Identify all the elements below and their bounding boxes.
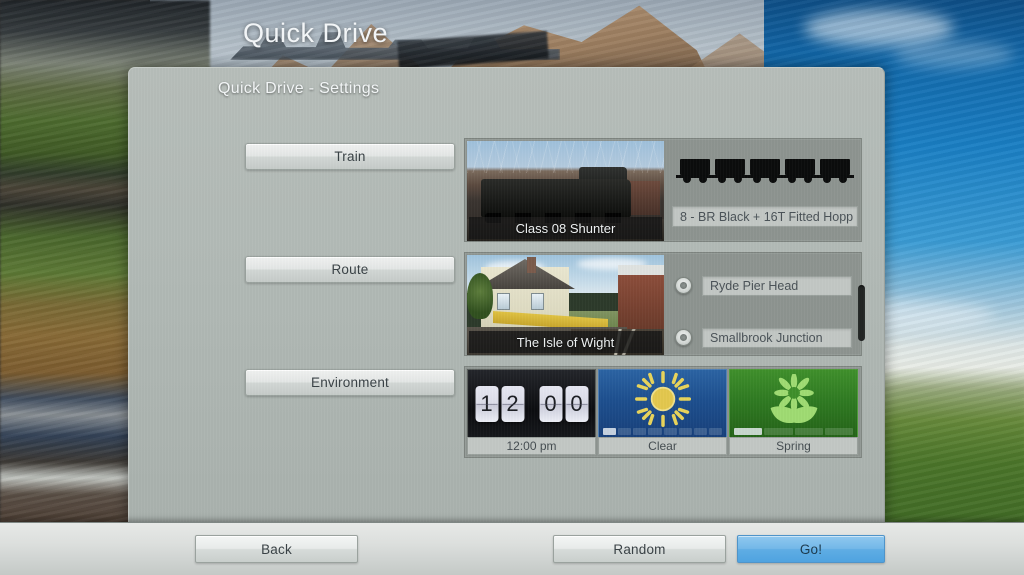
page-title: Quick Drive [243, 18, 389, 48]
end-station-radio-icon[interactable] [675, 329, 692, 346]
weather-slider-segment[interactable] [633, 428, 647, 435]
start-station-radio-icon[interactable] [675, 277, 692, 294]
weather-label: Clear [598, 437, 727, 455]
clock-digit: 0 [565, 386, 588, 422]
photo-window [497, 293, 510, 310]
locomotive-body [481, 179, 631, 217]
photo-tree [467, 273, 493, 319]
locomotive-thumbnail[interactable]: Class 08 Shunter [467, 141, 664, 241]
flower-icon [770, 374, 817, 424]
train-category-label: Train [334, 149, 366, 164]
route-thumbnail[interactable]: The Isle of Wight [467, 255, 664, 355]
weather-slider-segment[interactable] [618, 428, 632, 435]
weather-slider[interactable] [603, 428, 722, 435]
weather-tile[interactable] [598, 369, 727, 439]
weather-slider-segment[interactable] [693, 428, 707, 435]
environment-category-label: Environment [311, 375, 389, 390]
environment-category-button[interactable]: Environment [245, 369, 455, 396]
season-slider-segment[interactable] [734, 428, 763, 435]
clock-digit: 1 [475, 386, 498, 422]
photo-window [531, 293, 544, 310]
season-slider-segment[interactable] [824, 428, 853, 435]
route-category-button[interactable]: Route [245, 256, 455, 283]
random-button[interactable]: Random [553, 535, 726, 563]
end-station-field[interactable]: Smallbrook Junction [702, 328, 852, 348]
consist-silhouettes [672, 151, 858, 185]
random-button-label: Random [613, 541, 666, 557]
station-selector: Ryde Pier Head Smallbrook Junction [672, 253, 865, 355]
season-slider-segment[interactable] [764, 428, 793, 435]
cloud [804, 10, 954, 46]
back-button[interactable]: Back [195, 535, 358, 563]
weather-slider-segment[interactable] [648, 428, 662, 435]
start-station-row[interactable]: Ryde Pier Head [675, 276, 852, 296]
train-panel: Class 08 Shunter 8 - BR Black + 16T Fitt… [464, 138, 862, 242]
season-label: Spring [729, 437, 858, 455]
end-station-row[interactable]: Smallbrook Junction [675, 328, 852, 348]
go-button[interactable]: Go! [737, 535, 885, 563]
weather-slider-segment[interactable] [678, 428, 692, 435]
locomotive-name-caption: Class 08 Shunter [469, 217, 662, 239]
environment-panel: 1 2 0 0 12:00 pm Clear Spring [464, 366, 862, 458]
weather-slider-segment[interactable] [663, 428, 677, 435]
environment-tiles: 1 2 0 0 [467, 369, 859, 439]
season-slider-segment[interactable] [794, 428, 823, 435]
season-tile[interactable] [729, 369, 858, 439]
dialog-title: Quick Drive - Settings [218, 80, 380, 97]
time-tile[interactable]: 1 2 0 0 [467, 369, 596, 439]
route-category-label: Route [331, 262, 369, 277]
route-panel: The Isle of Wight Ryde Pier Head Smallbr… [464, 252, 865, 356]
environment-labels: 12:00 pm Clear Spring [467, 437, 859, 455]
sun-icon [634, 371, 691, 427]
bottom-toolbar: Back Random Go! [0, 522, 1024, 575]
route-name-caption: The Isle of Wight [469, 331, 662, 353]
time-label: 12:00 pm [467, 437, 596, 455]
season-slider[interactable] [734, 428, 853, 435]
route-track-bar [858, 285, 865, 341]
weather-slider-segment[interactable] [708, 428, 722, 435]
start-station-field[interactable]: Ryde Pier Head [702, 276, 852, 296]
photo-chimney [527, 257, 536, 273]
flip-clock-icon: 1 2 0 0 [475, 386, 588, 422]
train-category-button[interactable]: Train [245, 143, 455, 170]
cloud [894, 42, 1014, 68]
clock-digit: 0 [539, 386, 562, 422]
go-button-label: Go! [799, 541, 823, 557]
weather-slider-segment[interactable] [603, 428, 617, 435]
wagon-silhouettes-icon [676, 159, 854, 183]
quick-drive-settings-dialog: Quick Drive - Settings Train Route Envir… [128, 67, 885, 523]
clock-digit: 2 [501, 386, 524, 422]
back-button-label: Back [261, 541, 292, 557]
consist-name-field[interactable]: 8 - BR Black + 16T Fitted Hopp [672, 206, 858, 227]
